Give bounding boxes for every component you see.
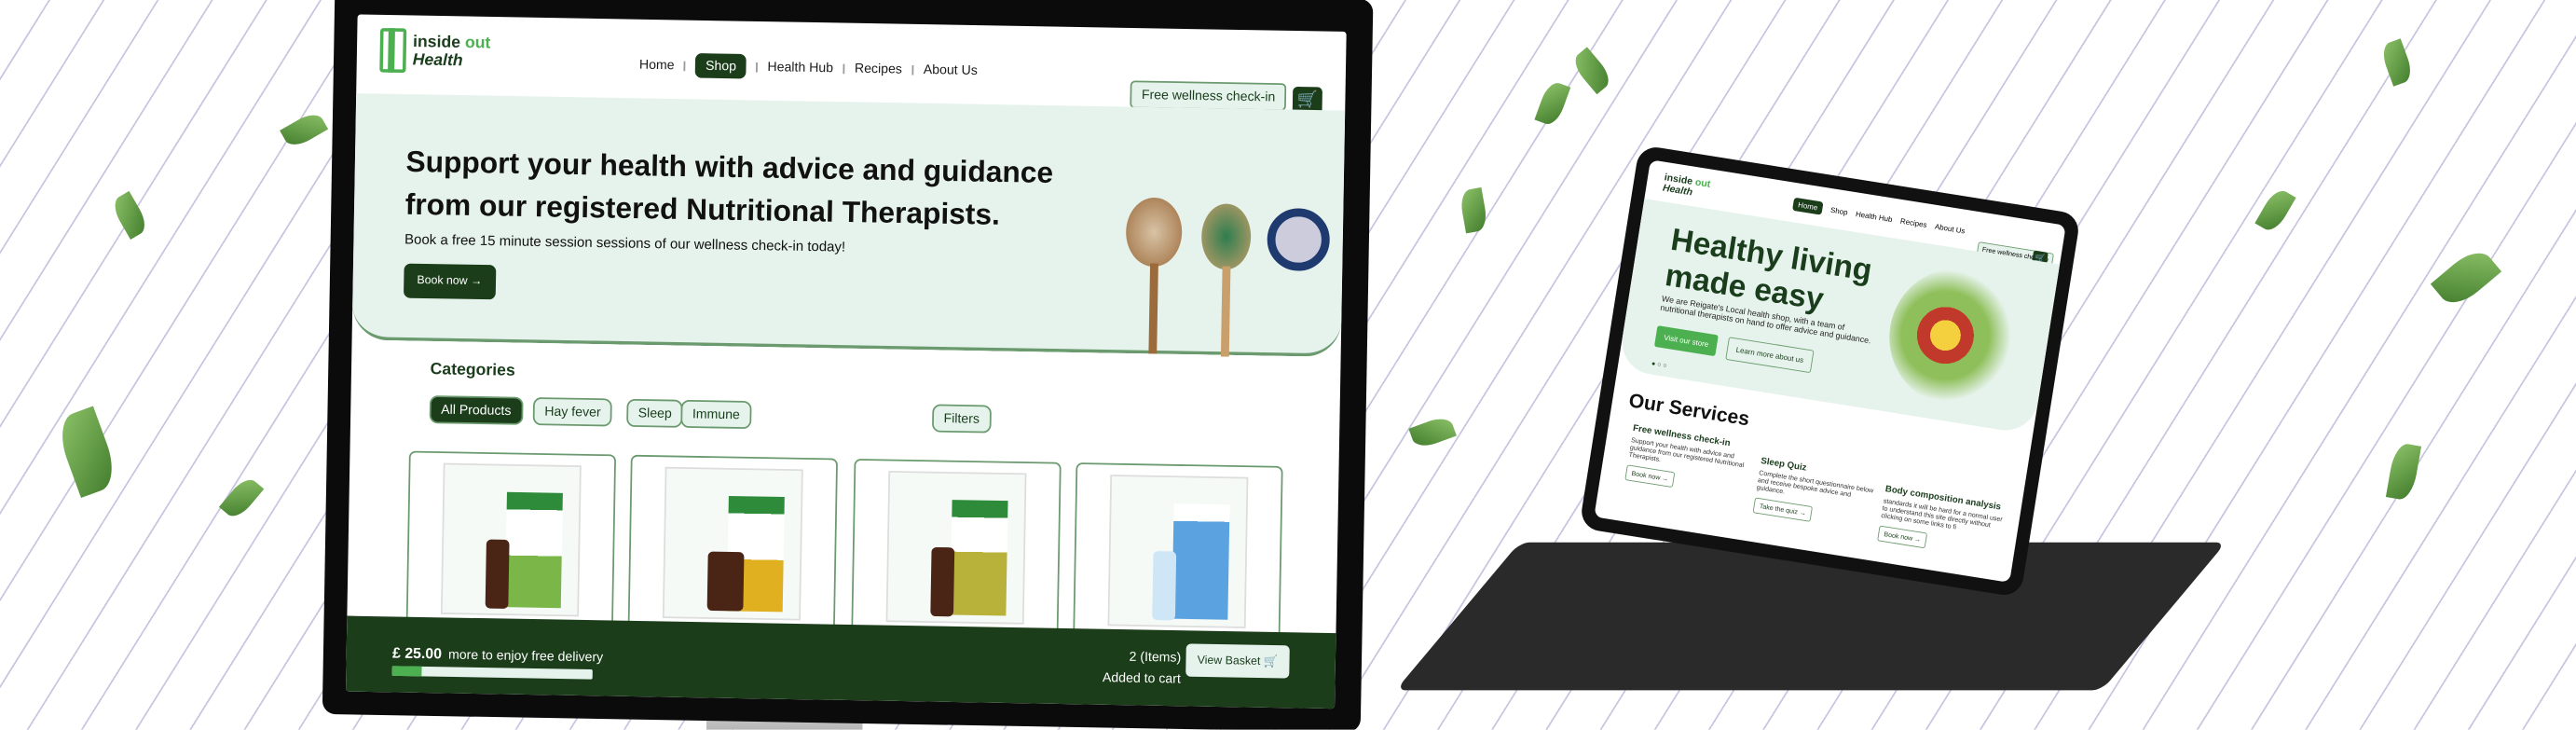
book-now-button[interactable]: Book now →	[404, 263, 496, 300]
leaf-decoration	[2430, 243, 2502, 312]
spoon-capsules-image	[1125, 197, 1183, 268]
nav-health-hub[interactable]: Health Hub	[767, 60, 833, 76]
nav-divider	[756, 62, 759, 72]
tablet-logo[interactable]: inside out Health	[1662, 172, 1711, 200]
service-card: Body composition analysis standards it wi…	[1877, 484, 2007, 560]
categories-title: Categories	[430, 361, 515, 381]
leaf-decoration	[2378, 38, 2416, 87]
product-image	[885, 470, 1027, 625]
leaf-decoration	[218, 474, 265, 522]
spoon-capsules-image	[1200, 203, 1252, 270]
nav-divider	[911, 64, 914, 75]
nav-about-us[interactable]: About Us	[924, 62, 978, 78]
tablet-screen: inside out Health Home Shop Health Hub Re…	[1594, 159, 2066, 583]
leaf-decoration	[1408, 414, 1457, 451]
leaf-decoration	[1534, 79, 1571, 128]
delivery-progress-bar	[391, 666, 593, 680]
nav-divider	[684, 60, 687, 71]
logo-text-accent: out	[1694, 175, 1712, 190]
main-nav: Home Shop Health Hub Recipes About Us	[639, 52, 978, 83]
product-image	[440, 462, 582, 617]
cart-item-count: 2 (Items)	[1129, 649, 1182, 666]
nav-home[interactable]: Home	[1792, 197, 1824, 215]
remaining-amount: £ 25.00	[391, 644, 443, 662]
leaf-decoration	[280, 109, 329, 151]
leaf-decoration	[1569, 47, 1615, 95]
filters-button[interactable]: Filters	[931, 404, 992, 434]
service-card: Free wellness check-in Support your healt…	[1624, 423, 1755, 500]
logo-text: Health	[412, 50, 463, 70]
service-card: Sleep Quiz Complete the short questionnai…	[1752, 456, 1884, 532]
nav-health-hub[interactable]: Health Hub	[1855, 210, 1893, 224]
nav-divider	[843, 62, 845, 74]
added-to-cart-label: Added to cart	[1102, 669, 1181, 687]
leaf-decoration	[52, 406, 122, 499]
tablet-device: inside out Health Home Shop Health Hub Re…	[1579, 145, 2081, 599]
mockup-scene: inside out Health Home Shop Health Hub Re…	[0, 0, 2576, 730]
logo-icon	[379, 28, 407, 74]
view-basket-button[interactable]: View Basket 🛒	[1185, 643, 1290, 679]
leaf-decoration	[2254, 186, 2296, 235]
hero-banner: Support your health with advice and guid…	[351, 93, 1346, 357]
logo-text: inside	[412, 33, 461, 52]
nav-recipes[interactable]: Recipes	[1899, 217, 1927, 229]
book-now-button[interactable]: Book now →	[1877, 525, 1928, 549]
category-all-products[interactable]: All Products	[429, 395, 524, 425]
delivery-progress-fill	[391, 666, 423, 677]
product-image	[1107, 475, 1249, 628]
free-delivery-message: more to enjoy free delivery	[447, 647, 604, 665]
hero-subtitle: Book a free 15 minute session sessions o…	[404, 230, 846, 255]
nav-about-us[interactable]: About Us	[1934, 222, 1966, 235]
nav-recipes[interactable]: Recipes	[855, 61, 902, 76]
stethoscope-image	[1267, 207, 1331, 272]
desktop-screen: inside out Health Home Shop Health Hub Re…	[345, 14, 1347, 709]
product-image	[662, 466, 803, 621]
category-sleep[interactable]: Sleep	[626, 398, 684, 428]
take-quiz-button[interactable]: Take the quiz →	[1752, 497, 1814, 522]
nav-shop[interactable]: Shop	[1829, 206, 1848, 217]
nav-shop[interactable]: Shop	[695, 53, 747, 79]
nav-home[interactable]: Home	[639, 57, 675, 73]
leaf-decoration	[2385, 441, 2422, 502]
site-logo[interactable]: inside out Health	[379, 28, 491, 75]
leaf-decoration	[109, 190, 151, 240]
logo-text-accent: out	[464, 34, 491, 52]
hero-heading: Support your health with advice and guid…	[404, 145, 1054, 231]
spoon-handle	[1148, 263, 1158, 354]
book-now-button[interactable]: Book now →	[1624, 464, 1676, 489]
category-hay-fever[interactable]: Hay fever	[532, 397, 613, 427]
category-immune[interactable]: Immune	[680, 399, 752, 430]
cart-icon: 🛒	[1263, 656, 1279, 668]
spoon-handle	[1220, 266, 1231, 357]
leaf-decoration	[1459, 186, 1489, 234]
view-basket-label: View Basket	[1197, 654, 1261, 668]
